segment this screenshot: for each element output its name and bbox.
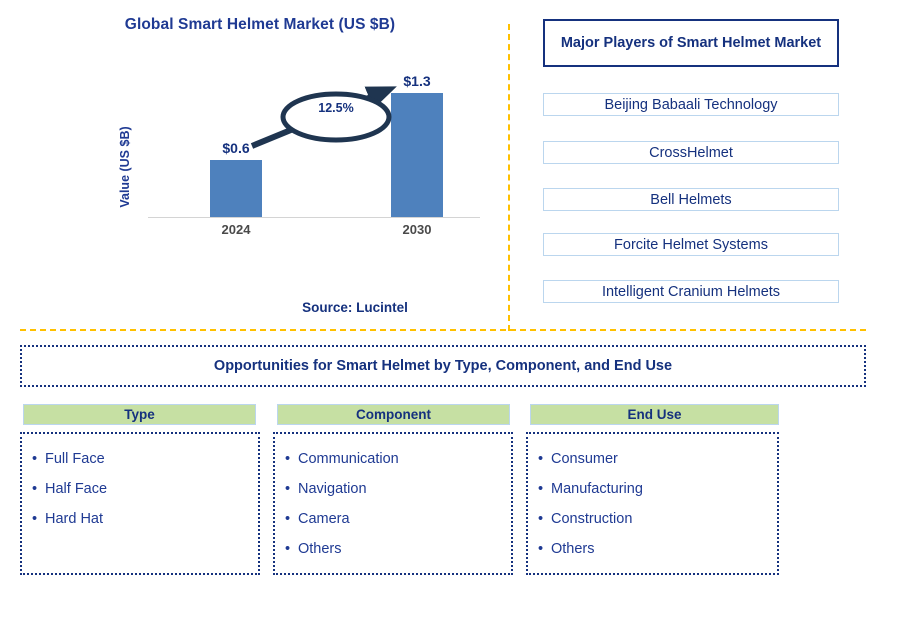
category-box-component: Communication Navigation Camera Others	[273, 432, 513, 575]
bar-chart: Value (US $B) $0.6 $1.3 2024 2030 12.5%	[118, 70, 490, 245]
list-item: Full Face	[32, 444, 258, 474]
x-axis-line	[148, 217, 480, 218]
chart-plot-area: $0.6 $1.3 2024 2030 12.5%	[148, 70, 480, 237]
y-axis-label: Value (US $B)	[118, 126, 132, 208]
horizontal-divider	[20, 329, 866, 331]
x-tick-2030: 2030	[402, 222, 432, 237]
list-item: Camera	[285, 504, 511, 534]
category-list-end-use: Consumer Manufacturing Construction Othe…	[538, 444, 777, 564]
list-item: Navigation	[285, 474, 511, 504]
chart-title: Global Smart Helmet Market (US $B)	[124, 16, 396, 33]
category-box-type: Full Face Half Face Hard Hat	[20, 432, 260, 575]
x-tick-2024: 2024	[221, 222, 251, 237]
list-item: Hard Hat	[32, 504, 258, 534]
infographic-root: Global Smart Helmet Market (US $B) Value…	[0, 0, 900, 639]
cagr-value: 12.5%	[318, 101, 354, 115]
player-item-2[interactable]: Bell Helmets	[543, 188, 839, 211]
bar-2024	[210, 160, 262, 217]
category-box-end-use: Consumer Manufacturing Construction Othe…	[526, 432, 779, 575]
list-item: Others	[285, 534, 511, 564]
category-header-type: Type	[23, 404, 256, 425]
list-item: Consumer	[538, 444, 777, 474]
source-note: Source: Lucintel	[302, 300, 408, 315]
category-header-component: Component	[277, 404, 510, 425]
player-item-0[interactable]: Beijing Babaali Technology	[543, 93, 839, 116]
list-item: Communication	[285, 444, 511, 474]
list-item: Half Face	[32, 474, 258, 504]
list-item: Manufacturing	[538, 474, 777, 504]
major-players-header: Major Players of Smart Helmet Market	[543, 19, 839, 67]
category-list-component: Communication Navigation Camera Others	[285, 444, 511, 564]
player-item-1[interactable]: CrossHelmet	[543, 141, 839, 164]
category-list-type: Full Face Half Face Hard Hat	[32, 444, 258, 534]
vertical-divider	[508, 24, 510, 331]
opportunities-banner: Opportunities for Smart Helmet by Type, …	[20, 345, 866, 387]
player-item-3[interactable]: Forcite Helmet Systems	[543, 233, 839, 256]
list-item: Others	[538, 534, 777, 564]
player-item-4[interactable]: Intelligent Cranium Helmets	[543, 280, 839, 303]
category-header-end-use: End Use	[530, 404, 779, 425]
list-item: Construction	[538, 504, 777, 534]
